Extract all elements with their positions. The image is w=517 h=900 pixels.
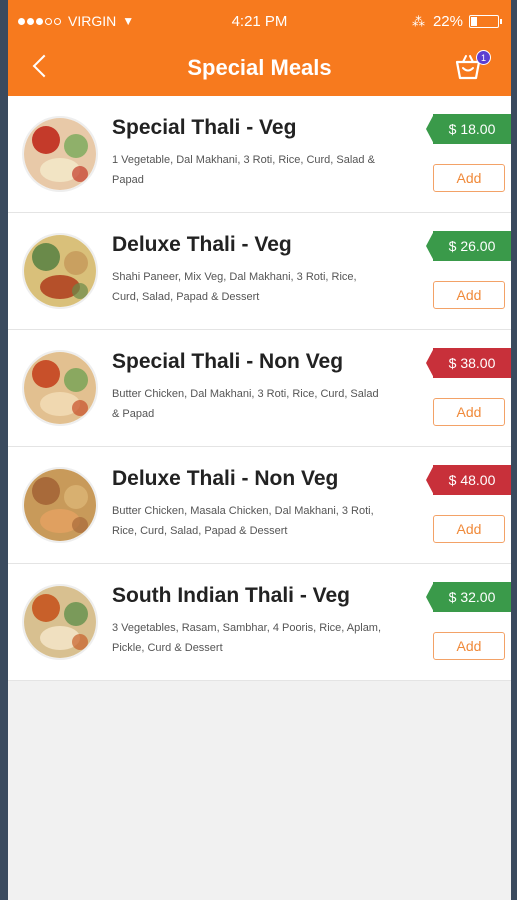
meal-name: Special Thali - Veg bbox=[112, 116, 297, 139]
meal-item[interactable]: Special Thali - Non Veg Butter Chicken, … bbox=[8, 330, 511, 447]
phone-screen: VIRGIN ▼ 4:21 PM ⁂ 22% Special Meals 1 S… bbox=[8, 0, 511, 900]
add-button[interactable]: Add bbox=[433, 281, 505, 309]
meal-list: Special Thali - Veg 1 Vegetable, Dal Mak… bbox=[8, 96, 511, 681]
add-button[interactable]: Add bbox=[433, 632, 505, 660]
meal-photo-image bbox=[24, 235, 96, 307]
status-bar: VIRGIN ▼ 4:21 PM ⁂ 22% bbox=[8, 8, 511, 34]
meal-name: Deluxe Thali - Veg bbox=[112, 233, 292, 256]
price-tag: $ 18.00 bbox=[426, 114, 511, 144]
meal-photo-image bbox=[24, 586, 96, 658]
meal-item[interactable]: South Indian Thali - Veg 3 Vegetables, R… bbox=[8, 564, 511, 681]
meal-photo-image bbox=[24, 352, 96, 424]
meal-item[interactable]: Special Thali - Veg 1 Vegetable, Dal Mak… bbox=[8, 96, 511, 213]
meal-description: Shahi Paneer, Mix Veg, Dal Makhani, 3 Ro… bbox=[112, 271, 357, 303]
battery-icon bbox=[469, 15, 502, 28]
app-header: VIRGIN ▼ 4:21 PM ⁂ 22% Special Meals 1 bbox=[8, 0, 511, 96]
meal-photo bbox=[22, 467, 98, 543]
page-title: Special Meals bbox=[187, 55, 332, 80]
meal-description: 1 Vegetable, Dal Makhani, 3 Roti, Rice, … bbox=[112, 154, 375, 186]
meal-photo bbox=[22, 584, 98, 660]
meal-name: Deluxe Thali - Non Veg bbox=[112, 467, 339, 490]
meal-item[interactable]: Deluxe Thali - Non Veg Butter Chicken, M… bbox=[8, 447, 511, 564]
meal-description: Butter Chicken, Masala Chicken, Dal Makh… bbox=[112, 505, 374, 537]
meal-photo-image bbox=[24, 118, 96, 190]
battery-area: ⁂ 22% bbox=[411, 13, 502, 30]
add-button[interactable]: Add bbox=[433, 515, 505, 543]
meal-description: Butter Chicken, Dal Makhani, 3 Roti, Ric… bbox=[112, 388, 379, 420]
price-tag: $ 32.00 bbox=[426, 582, 511, 612]
battery-percent: 22% bbox=[432, 13, 463, 30]
add-button[interactable]: Add bbox=[433, 398, 505, 426]
bluetooth-icon: ⁂ bbox=[411, 13, 425, 29]
price-tag: $ 48.00 bbox=[426, 465, 511, 495]
meal-name: South Indian Thali - Veg bbox=[112, 584, 351, 607]
meal-description: 3 Vegetables, Rasam, Sambhar, 4 Pooris, … bbox=[112, 622, 382, 654]
cart-count-badge: 1 bbox=[476, 50, 491, 65]
meal-photo bbox=[22, 233, 98, 309]
price-tag: $ 38.00 bbox=[426, 348, 511, 378]
meal-name: Special Thali - Non Veg bbox=[112, 350, 344, 373]
add-button[interactable]: Add bbox=[433, 164, 505, 192]
cart-button[interactable]: 1 bbox=[453, 50, 491, 84]
battery-level bbox=[471, 17, 477, 26]
meal-item[interactable]: Deluxe Thali - Veg Shahi Paneer, Mix Veg… bbox=[8, 213, 511, 330]
meal-photo bbox=[22, 116, 98, 192]
meal-photo bbox=[22, 350, 98, 426]
price-tag: $ 26.00 bbox=[426, 231, 511, 261]
meal-photo-image bbox=[24, 469, 96, 541]
